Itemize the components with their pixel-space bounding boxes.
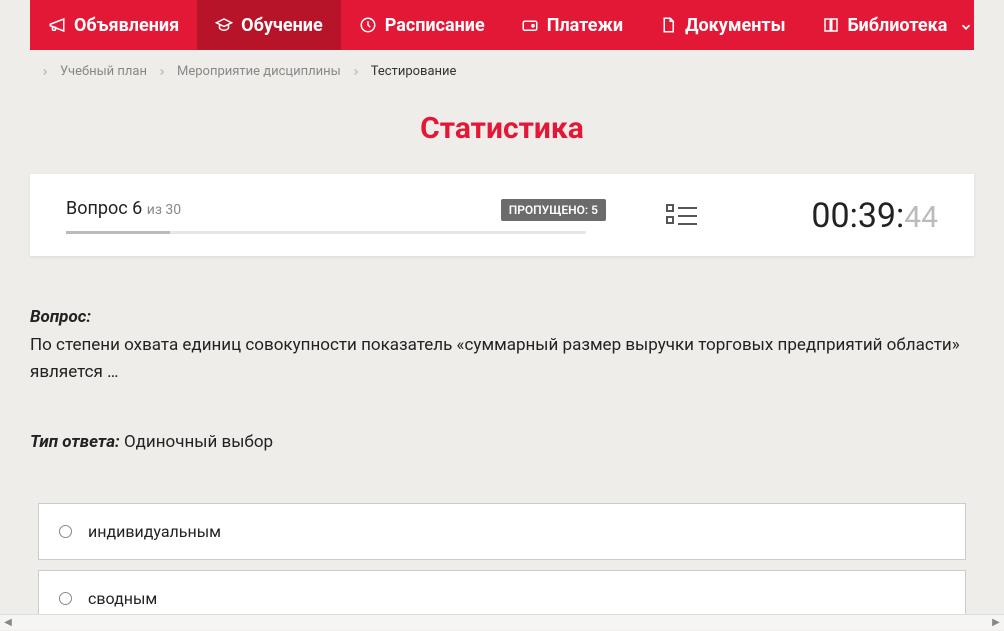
option-label: сводным (88, 589, 157, 608)
chevron-right-icon (40, 67, 50, 77)
breadcrumb: Учебный план Мероприятие дисциплины Тест… (30, 50, 974, 93)
clock-icon (359, 16, 377, 34)
timer: 00:39:44 (811, 196, 938, 236)
answer-options: индивидуальным сводным (30, 503, 974, 614)
progress-bar (66, 231, 586, 234)
chevron-right-icon (157, 67, 167, 77)
radio-icon (59, 525, 72, 538)
radio-icon (59, 592, 72, 605)
nav-documents[interactable]: Документы (641, 0, 803, 50)
progress-fill (66, 231, 170, 234)
main-nav: Объявления Обучение Расписание Платежи (30, 0, 974, 50)
breadcrumb-current: Тестирование (371, 64, 457, 79)
horizontal-scrollbar[interactable]: ◀ ▶ (0, 614, 1004, 630)
status-card: Вопрос 6 из 30 ПРОПУЩЕНО: 5 (30, 174, 974, 256)
question-text: По степени охвата единиц совокупности по… (30, 332, 974, 385)
nav-label: Объявления (74, 15, 179, 36)
question-list-icon[interactable] (666, 203, 698, 229)
question-label: Вопрос: (30, 304, 974, 330)
breadcrumb-link[interactable]: Мероприятие дисциплины (177, 64, 341, 79)
nav-schedule[interactable]: Расписание (341, 0, 503, 50)
book-icon (822, 16, 840, 34)
nav-label: Платежи (547, 15, 623, 36)
answer-option[interactable]: сводным (38, 570, 966, 614)
question-counter: Вопрос 6 из 30 (66, 198, 181, 219)
skipped-badge: ПРОПУЩЕНО: 5 (501, 199, 606, 221)
option-label: индивидуальным (88, 522, 221, 541)
doc-icon (659, 16, 677, 34)
nav-announcements[interactable]: Объявления (30, 0, 197, 50)
nav-label: Обучение (241, 15, 323, 36)
megaphone-icon (48, 16, 66, 34)
breadcrumb-link[interactable]: Учебный план (60, 64, 147, 79)
answer-type: Тип ответа: Одиночный выбор (30, 429, 974, 455)
nav-label: Документы (685, 15, 785, 36)
cap-icon (215, 16, 233, 34)
scroll-track[interactable] (16, 615, 988, 630)
nav-library[interactable]: Библиотека (804, 0, 992, 50)
nav-payments[interactable]: Платежи (503, 0, 641, 50)
chevron-down-icon (959, 18, 973, 32)
chevron-right-icon (351, 67, 361, 77)
wallet-icon (521, 16, 539, 34)
nav-education[interactable]: Обучение (197, 0, 341, 50)
nav-label: Расписание (385, 15, 485, 36)
scroll-left-arrow[interactable]: ◀ (0, 615, 16, 631)
nav-label: Библиотека (848, 15, 948, 36)
page-title: Статистика (30, 111, 974, 146)
answer-option[interactable]: индивидуальным (38, 503, 966, 560)
scroll-right-arrow[interactable]: ▶ (988, 615, 1004, 631)
